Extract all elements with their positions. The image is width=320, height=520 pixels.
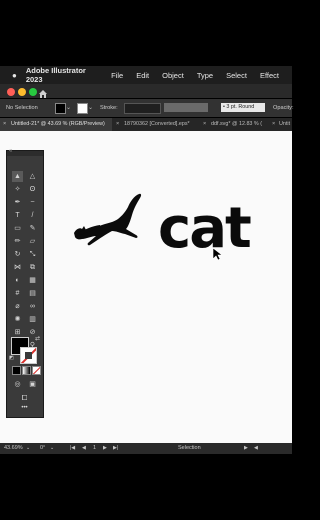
tab-label: 18790362 [Converted].eps* <box>124 121 190 127</box>
tab-untitled-other[interactable]: × Untit <box>270 118 292 131</box>
tools-panel: « ▲ △ ✧ ʘ ✒ ~ T / ▭ ✎ ✏ ▱ ↻ ⤡ ⋈ ⧉ ◐ ▦ # … <box>6 148 44 418</box>
menu-type[interactable]: Type <box>197 71 213 80</box>
document-tab-bar: × Untitled-21* @ 43.69 % (RGB/Preview) ×… <box>0 118 292 131</box>
direct-selection-tool-icon[interactable]: △ <box>27 171 38 182</box>
control-bar: No Selection ⌄ ⌄ Stroke: • 3 pt. Round O… <box>0 99 294 117</box>
artboard-number[interactable]: 1 <box>93 445 96 451</box>
rotation-angle[interactable]: 0° <box>40 445 45 451</box>
stroke-inner <box>25 352 32 359</box>
curvature-tool-icon[interactable]: ~ <box>27 197 38 208</box>
tab-untitled-21[interactable]: × Untitled-21* @ 43.69 % (RGB/Preview) <box>0 118 112 131</box>
perspective-grid-tool-icon[interactable]: ▦ <box>27 275 38 286</box>
brush-definition-dropdown[interactable]: • 3 pt. Round <box>221 103 265 112</box>
mesh-tool-icon[interactable]: # <box>12 288 23 299</box>
cat-silhouette-icon <box>74 193 142 246</box>
tab-ddf-svg[interactable]: × ddf.svg* @ 12.83 % ( <box>201 118 269 131</box>
stroke-color-swatch[interactable] <box>20 347 37 364</box>
blend-tool-icon[interactable]: ∞ <box>27 301 38 312</box>
opacity-label: Opacity: <box>273 105 294 111</box>
brush-label: 3 pt. Round <box>226 104 255 110</box>
paintbrush-tool-icon[interactable]: ✎ <box>27 223 38 234</box>
minimize-window-button[interactable] <box>18 88 26 96</box>
previous-artboard-icon[interactable]: ◀ <box>82 445 86 451</box>
selection-status-label: No Selection <box>6 105 38 111</box>
bottom-black-bar <box>0 454 292 520</box>
home-icon[interactable] <box>38 86 48 98</box>
current-tool-label: Selection <box>178 445 201 451</box>
tab-label: Untit <box>279 121 291 127</box>
rectangle-tool-icon[interactable]: ▭ <box>12 223 23 234</box>
edit-toolbar-icon[interactable]: ••• <box>19 403 30 414</box>
angle-dropdown-chevron-icon[interactable]: ⌄ <box>50 445 54 451</box>
free-transform-tool-icon[interactable]: ⧉ <box>27 262 38 273</box>
stroke-weight-field[interactable] <box>124 103 161 114</box>
menu-select[interactable]: Select <box>226 71 247 80</box>
tab-close-icon[interactable]: × <box>272 121 275 127</box>
color-mode-icon[interactable] <box>12 366 21 375</box>
fill-dropdown-chevron-icon[interactable]: ⌄ <box>66 104 71 111</box>
mac-menu-bar: ● Adobe Illustrator 2023 File Edit Objec… <box>0 66 292 84</box>
logo-text: cat <box>158 196 251 259</box>
window-title-bar <box>0 84 292 98</box>
none-mode-icon[interactable] <box>32 366 41 375</box>
fill-swatch[interactable] <box>55 103 66 114</box>
line-tool-icon[interactable]: / <box>27 210 38 221</box>
stroke-dropdown-chevron-icon[interactable]: ⌄ <box>88 104 93 111</box>
gradient-mode-icon[interactable] <box>22 366 31 375</box>
symbol-sprayer-tool-icon[interactable]: ✺ <box>12 314 23 325</box>
column-graph-tool-icon[interactable]: ▥ <box>27 314 38 325</box>
eraser-tool-icon[interactable]: ▱ <box>27 236 38 247</box>
zoom-level[interactable]: 43.69% <box>4 445 23 451</box>
eyedropper-tool-icon[interactable]: ⌀ <box>12 301 23 312</box>
menu-edit[interactable]: Edit <box>136 71 149 80</box>
stroke-label: Stroke: <box>100 105 118 111</box>
width-tool-icon[interactable]: ⋈ <box>12 262 23 273</box>
first-artboard-icon[interactable]: |◀ <box>70 445 75 451</box>
app-name-menu[interactable]: Adobe Illustrator 2023 <box>26 66 98 84</box>
scale-tool-icon[interactable]: ⤡ <box>27 249 38 260</box>
screen-mode-icon[interactable]: ▣ <box>27 379 38 390</box>
stroke-swatch[interactable] <box>77 103 88 114</box>
cat-logo-artwork[interactable]: cat <box>70 189 270 259</box>
tab-close-icon[interactable]: × <box>3 121 6 127</box>
rotate-tool-icon[interactable]: ↻ <box>12 249 23 260</box>
last-artboard-icon[interactable]: ▶| <box>113 445 118 451</box>
top-black-bar <box>0 0 292 60</box>
menu-file[interactable]: File <box>111 71 123 80</box>
status-menu-icon[interactable]: ▶ <box>244 445 248 451</box>
next-artboard-icon[interactable]: ▶ <box>103 445 107 451</box>
scroll-left-icon[interactable]: ◀ <box>254 445 258 451</box>
tab-label: Untitled-21* @ 43.69 % (RGB/Preview) <box>11 121 105 127</box>
apple-icon[interactable]: ● <box>12 71 17 80</box>
zoom-dropdown-chevron-icon[interactable]: ⌄ <box>26 445 30 451</box>
status-bar: 43.69% ⌄ 0° ⌄ |◀ ◀ 1 ▶ ▶| Selection ▶ ◀ <box>0 443 292 454</box>
tools-panel-header[interactable]: « <box>7 148 43 156</box>
menu-object[interactable]: Object <box>162 71 184 80</box>
mouse-pointer-icon <box>212 247 222 261</box>
shape-builder-tool-icon[interactable]: ◐ <box>12 275 23 286</box>
pen-tool-icon[interactable]: ✒ <box>12 197 23 208</box>
draw-mode-icon[interactable]: ◎ <box>12 379 23 390</box>
tab-label: ddf.svg* @ 12.83 % ( <box>211 121 263 127</box>
tab-18790362[interactable]: × 18790362 [Converted].eps* <box>114 118 200 131</box>
none-slash-icon <box>33 367 40 374</box>
variable-width-profile[interactable] <box>164 103 208 112</box>
lasso-tool-icon[interactable]: ʘ <box>27 184 38 195</box>
collapse-panel-icon[interactable]: « <box>9 148 12 154</box>
type-tool-icon[interactable]: T <box>12 210 23 221</box>
tab-close-icon[interactable]: × <box>116 121 119 127</box>
close-window-button[interactable] <box>7 88 15 96</box>
zoom-window-button[interactable] <box>29 88 37 96</box>
default-fill-stroke-icon[interactable]: ◩ <box>9 355 14 361</box>
menu-effect[interactable]: Effect <box>260 71 279 80</box>
tab-close-icon[interactable]: × <box>203 121 206 127</box>
pencil-tool-icon[interactable]: ✏ <box>12 236 23 247</box>
gradient-tool-icon[interactable]: ▤ <box>27 288 38 299</box>
magic-wand-tool-icon[interactable]: ✧ <box>12 184 23 195</box>
selection-tool-icon[interactable]: ▲ <box>12 171 23 182</box>
swap-fill-stroke-icon[interactable]: ⇄ <box>35 335 40 342</box>
illustrator-window: ● Adobe Illustrator 2023 File Edit Objec… <box>0 0 294 520</box>
